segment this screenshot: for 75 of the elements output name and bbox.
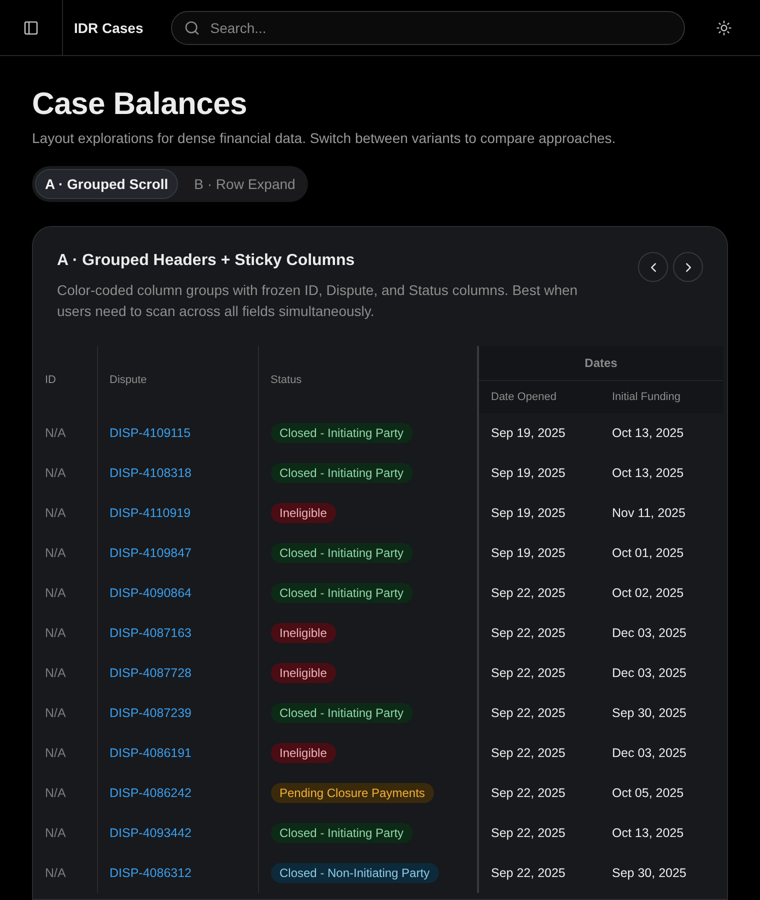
initial-funding-cell: Nov 11, 2025 — [612, 506, 686, 520]
status-badge: Closed - Non-Initiating Party — [270, 863, 439, 883]
dispute-link[interactable]: DISP-4087728 — [110, 666, 192, 680]
status-badge: Closed - Initiating Party — [270, 423, 413, 443]
dispute-link[interactable]: DISP-4086242 — [110, 786, 192, 800]
dispute-link[interactable]: DISP-4087163 — [110, 626, 192, 640]
search-field[interactable]: Search... — [171, 10, 686, 44]
dispute-link[interactable]: DISP-4109115 — [110, 426, 191, 440]
initial-funding-cell: Oct 01, 2025 — [612, 546, 684, 560]
status-badge: Closed - Initiating Party — [270, 463, 413, 483]
initial-funding-cell: Oct 02, 2025 — [612, 586, 684, 600]
date-opened-cell: Sep 22, 2025 — [491, 746, 566, 760]
column-header: ID — [33, 346, 97, 413]
id-cell: N/A — [45, 746, 66, 760]
id-cell: N/A — [45, 466, 66, 480]
dispute-link[interactable]: DISP-4086312 — [110, 866, 192, 880]
status-badge: Ineligible — [270, 623, 336, 643]
dispute-link[interactable]: DISP-4086191 — [110, 746, 192, 760]
initial-funding-cell: Dec 03, 2025 — [612, 626, 686, 640]
dispute-link[interactable]: DISP-4109847 — [110, 546, 192, 560]
date-opened-cell: Sep 19, 2025 — [491, 426, 566, 440]
dispute-link[interactable]: DISP-4110919 — [110, 506, 191, 520]
date-opened-cell: Sep 19, 2025 — [491, 546, 566, 560]
id-cell: N/A — [45, 826, 66, 840]
date-opened-cell: Sep 22, 2025 — [491, 626, 566, 640]
dispute-link[interactable]: DISP-4108318 — [110, 466, 192, 480]
initial-funding-cell: Sep 30, 2025 — [612, 866, 686, 880]
date-opened-cell: Sep 19, 2025 — [491, 466, 566, 480]
id-cell: N/A — [45, 586, 66, 600]
status-badge: Closed - Initiating Party — [270, 583, 413, 603]
column-header: Dispute — [97, 346, 258, 413]
initial-funding-cell: Dec 03, 2025 — [612, 666, 686, 680]
status-badge: Closed - Initiating Party — [270, 543, 413, 563]
date-opened-cell: Sep 19, 2025 — [491, 506, 566, 520]
date-opened-cell: Sep 22, 2025 — [491, 666, 566, 680]
initial-funding-cell: Dec 03, 2025 — [612, 746, 686, 760]
id-cell: N/A — [45, 706, 66, 720]
page-title: Case Balances — [32, 86, 247, 122]
status-badge: Ineligible — [270, 663, 336, 683]
card-title: A · Grouped Headers + Sticky Columns — [57, 252, 356, 270]
app-title: IDR Cases — [74, 20, 144, 36]
status-badge: Closed - Initiating Party — [270, 823, 413, 843]
initial-funding-cell: Oct 13, 2025 — [612, 826, 684, 840]
initial-funding-cell: Oct 05, 2025 — [612, 786, 684, 800]
status-badge: Ineligible — [270, 503, 336, 523]
id-cell: N/A — [45, 866, 66, 880]
group-header: Dates — [478, 346, 723, 380]
variant-tab[interactable]: B · Row Expand — [184, 169, 306, 199]
id-cell: N/A — [45, 506, 66, 520]
date-opened-cell: Sep 22, 2025 — [491, 826, 566, 840]
initial-funding-cell: Sep 30, 2025 — [612, 706, 686, 720]
page-subtitle: Layout explorations for dense financial data. Switch between variants to compare approaches. — [32, 130, 616, 146]
date-opened-cell: Sep 22, 2025 — [491, 786, 566, 800]
search-icon — [184, 20, 200, 36]
dispute-link[interactable]: DISP-4093442 — [110, 826, 192, 840]
id-cell: N/A — [45, 426, 66, 440]
column-header: Date Opened — [478, 380, 600, 413]
status-badge: Ineligible — [270, 743, 336, 763]
dispute-link[interactable]: DISP-4090864 — [110, 586, 192, 600]
dispute-link[interactable]: DISP-4087239 — [110, 706, 192, 720]
card-description: Color-coded column groups with frozen ID, Dispute, and Status columns. Best when users need to scan across all fields simultaneously. — [57, 281, 579, 321]
id-cell: N/A — [45, 666, 66, 680]
variant-tab[interactable]: A · Grouped Scroll — [35, 169, 178, 199]
initial-funding-cell: Oct 13, 2025 — [612, 426, 684, 440]
status-badge: Closed - Initiating Party — [270, 703, 413, 723]
date-opened-cell: Sep 22, 2025 — [491, 706, 566, 720]
id-cell: N/A — [45, 786, 66, 800]
date-opened-cell: Sep 22, 2025 — [491, 866, 566, 880]
date-opened-cell: Sep 22, 2025 — [491, 586, 566, 600]
status-badge: Pending Closure Payments — [270, 783, 434, 803]
column-header: Initial Funding — [600, 380, 723, 413]
id-cell: N/A — [45, 626, 66, 640]
search-input[interactable]: Search... — [208, 18, 672, 36]
id-cell: N/A — [45, 546, 66, 560]
initial-funding-cell: Oct 13, 2025 — [612, 466, 684, 480]
